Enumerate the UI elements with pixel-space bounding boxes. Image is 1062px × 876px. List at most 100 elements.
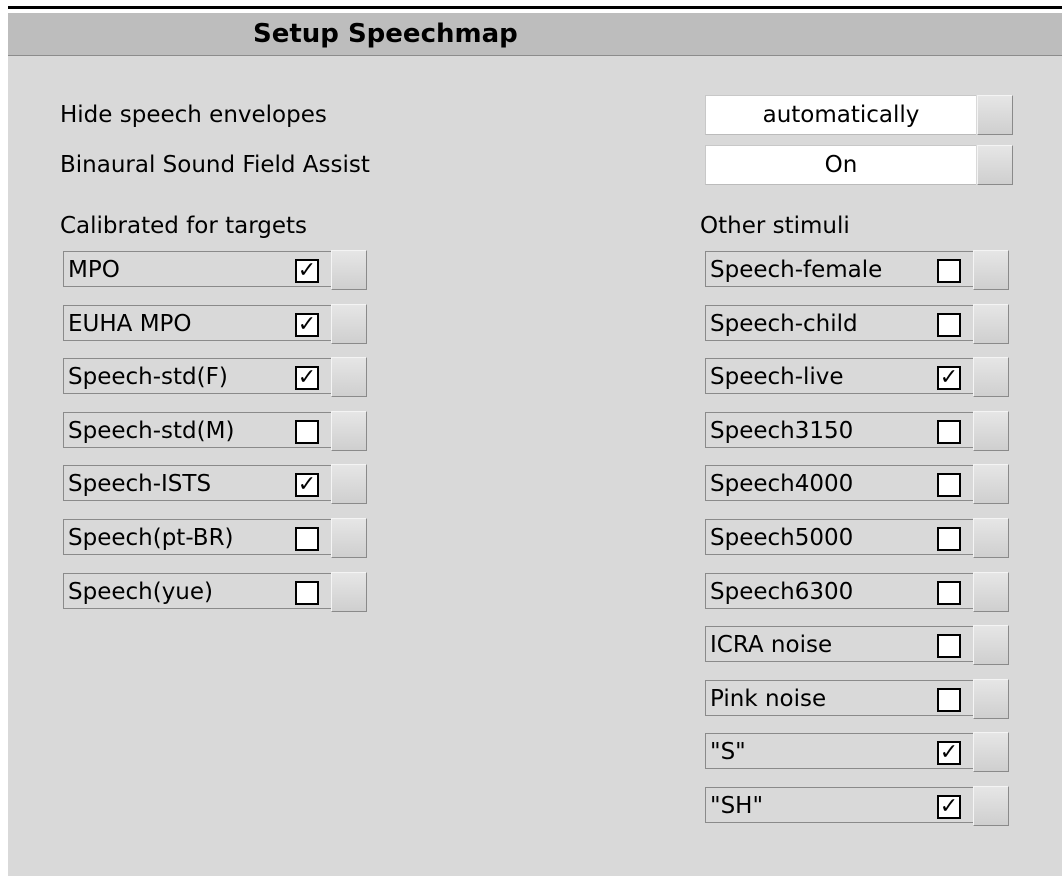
other-item-button[interactable] bbox=[973, 303, 1009, 344]
calibrated-item-speech-pt-br[interactable]: Speech(pt-BR) bbox=[63, 518, 371, 558]
other-item-label: Speech5000 bbox=[710, 525, 854, 551]
checkmark-icon: ✓ bbox=[939, 740, 959, 766]
other-item-label: Speech-child bbox=[710, 310, 858, 337]
other-item-label: Speech-live bbox=[710, 364, 844, 391]
other-item-label: Speech3150 bbox=[710, 417, 854, 444]
hide-envelopes-label: Hide speech envelopes bbox=[60, 102, 327, 128]
calibrated-checkbox-mpo[interactable]: ✓ bbox=[295, 259, 319, 283]
calibrated-item-speech-yue[interactable]: Speech(yue) bbox=[63, 571, 371, 612]
other-checkbox-sh[interactable]: ✓ bbox=[937, 795, 961, 819]
calibrated-item-label: Speech-std(M) bbox=[68, 417, 235, 444]
hide-envelopes-dropdown[interactable]: automatically bbox=[705, 95, 1013, 135]
other-checkbox-speech5000[interactable] bbox=[937, 527, 961, 551]
other-item-label: "SH" bbox=[710, 793, 764, 819]
other-item-button[interactable] bbox=[973, 678, 1009, 719]
calibrated-checkbox-speech-pt-br[interactable] bbox=[295, 527, 319, 551]
other-checkbox-speech4000[interactable] bbox=[937, 473, 961, 498]
other-checkbox-s[interactable]: ✓ bbox=[937, 740, 961, 766]
other-item-button[interactable] bbox=[973, 518, 1009, 558]
binaural-value[interactable]: On bbox=[705, 145, 976, 185]
other-item-field: Pink noise bbox=[705, 679, 973, 716]
hide-envelopes-dropdown-button[interactable] bbox=[977, 95, 1013, 135]
other-item-speech6300[interactable]: Speech6300 bbox=[705, 571, 1013, 612]
other-item-field: ICRA noise bbox=[705, 626, 973, 663]
other-checkbox-speech-live[interactable]: ✓ bbox=[937, 365, 961, 391]
other-item-field: Speech-child bbox=[705, 304, 973, 341]
calibrated-checkbox-speech-ists[interactable]: ✓ bbox=[295, 472, 319, 498]
other-checkbox-speech-child[interactable] bbox=[937, 312, 961, 337]
calibrated-heading: Calibrated for targets bbox=[60, 213, 308, 239]
other-item-button[interactable] bbox=[973, 357, 1009, 398]
calibrated-checkbox-speech-yue[interactable] bbox=[295, 580, 319, 605]
top-border-line bbox=[8, 6, 1062, 9]
other-item-field: "SH" ✓ bbox=[705, 787, 973, 823]
checkmark-icon: ✓ bbox=[939, 365, 959, 391]
other-item-label: Speech6300 bbox=[710, 578, 854, 605]
calibrated-item-button[interactable] bbox=[331, 410, 367, 451]
other-item-field: Speech-female bbox=[705, 251, 973, 287]
other-item-field: Speech5000 bbox=[705, 519, 973, 555]
calibrated-item-label: Speech-ISTS bbox=[68, 471, 212, 498]
calibrated-item-speech-std-f[interactable]: Speech-std(F) ✓ bbox=[63, 357, 371, 398]
other-checkbox-pink-noise[interactable] bbox=[937, 687, 961, 712]
calibrated-item-button[interactable] bbox=[331, 518, 367, 558]
other-item-button[interactable] bbox=[973, 786, 1009, 826]
calibrated-item-mpo[interactable]: MPO ✓ bbox=[63, 250, 371, 290]
calibrated-checkbox-speech-std-m[interactable] bbox=[295, 419, 319, 444]
calibrated-item-label: Speech-std(F) bbox=[68, 364, 228, 391]
other-item-pink-noise[interactable]: Pink noise bbox=[705, 678, 1013, 719]
calibrated-item-field: Speech-std(M) bbox=[63, 411, 331, 448]
calibrated-item-button[interactable] bbox=[331, 464, 367, 505]
other-checkbox-speech-female[interactable] bbox=[937, 259, 961, 283]
other-item-speech4000[interactable]: Speech4000 bbox=[705, 464, 1013, 505]
other-item-speech-live[interactable]: Speech-live ✓ bbox=[705, 357, 1013, 398]
calibrated-item-euha-mpo[interactable]: EUHA MPO ✓ bbox=[63, 303, 371, 344]
other-item-button[interactable] bbox=[973, 625, 1009, 666]
other-item-sh[interactable]: "SH" ✓ bbox=[705, 786, 1013, 826]
other-item-field: Speech6300 bbox=[705, 572, 973, 609]
other-checkbox-icra-noise[interactable] bbox=[937, 634, 961, 659]
other-item-button[interactable] bbox=[973, 464, 1009, 505]
other-item-icra-noise[interactable]: ICRA noise bbox=[705, 625, 1013, 666]
calibrated-item-label: Speech(yue) bbox=[68, 578, 214, 605]
other-item-s[interactable]: "S" ✓ bbox=[705, 732, 1013, 773]
other-checkbox-speech3150[interactable] bbox=[937, 419, 961, 444]
calibrated-item-button[interactable] bbox=[331, 250, 367, 290]
window-title: Setup Speechmap bbox=[253, 19, 518, 49]
other-item-button[interactable] bbox=[973, 571, 1009, 612]
checkmark-icon: ✓ bbox=[939, 794, 959, 819]
calibrated-item-field: Speech-ISTS ✓ bbox=[63, 465, 331, 502]
other-item-speech-child[interactable]: Speech-child bbox=[705, 303, 1013, 344]
calibrated-item-speech-ists[interactable]: Speech-ISTS ✓ bbox=[63, 464, 371, 505]
title-bar: Setup Speechmap bbox=[8, 13, 1062, 56]
other-item-speech3150[interactable]: Speech3150 bbox=[705, 410, 1013, 451]
calibrated-item-speech-std-m[interactable]: Speech-std(M) bbox=[63, 410, 371, 451]
hide-envelopes-value[interactable]: automatically bbox=[705, 95, 976, 135]
other-item-speech5000[interactable]: Speech5000 bbox=[705, 518, 1013, 558]
binaural-label: Binaural Sound Field Assist bbox=[60, 152, 370, 178]
other-item-button[interactable] bbox=[973, 732, 1009, 773]
setup-speechmap-panel: Setup Speechmap Hide speech envelopes au… bbox=[8, 13, 1062, 876]
other-item-button[interactable] bbox=[973, 410, 1009, 451]
other-item-button[interactable] bbox=[973, 250, 1009, 290]
calibrated-item-button[interactable] bbox=[331, 571, 367, 612]
calibrated-item-label: MPO bbox=[68, 257, 120, 283]
calibrated-item-label: EUHA MPO bbox=[68, 310, 192, 337]
checkmark-icon: ✓ bbox=[297, 311, 317, 337]
other-item-label: "S" bbox=[710, 739, 746, 766]
calibrated-checkbox-euha-mpo[interactable]: ✓ bbox=[295, 311, 319, 337]
other-item-speech-female[interactable]: Speech-female bbox=[705, 250, 1013, 290]
calibrated-checkbox-speech-std-f[interactable]: ✓ bbox=[295, 366, 319, 391]
checkmark-icon: ✓ bbox=[297, 472, 317, 498]
other-item-field: Speech3150 bbox=[705, 411, 973, 448]
binaural-dropdown[interactable]: On bbox=[705, 145, 1013, 185]
other-checkbox-speech6300[interactable] bbox=[937, 580, 961, 605]
binaural-dropdown-button[interactable] bbox=[977, 145, 1013, 185]
calibrated-item-field: Speech(pt-BR) bbox=[63, 519, 331, 555]
other-item-label: ICRA noise bbox=[710, 632, 833, 659]
calibrated-item-field: MPO ✓ bbox=[63, 251, 331, 287]
calibrated-item-button[interactable] bbox=[331, 357, 367, 398]
other-item-field: "S" ✓ bbox=[705, 733, 973, 770]
calibrated-item-button[interactable] bbox=[331, 303, 367, 344]
other-item-label: Speech4000 bbox=[710, 471, 854, 498]
